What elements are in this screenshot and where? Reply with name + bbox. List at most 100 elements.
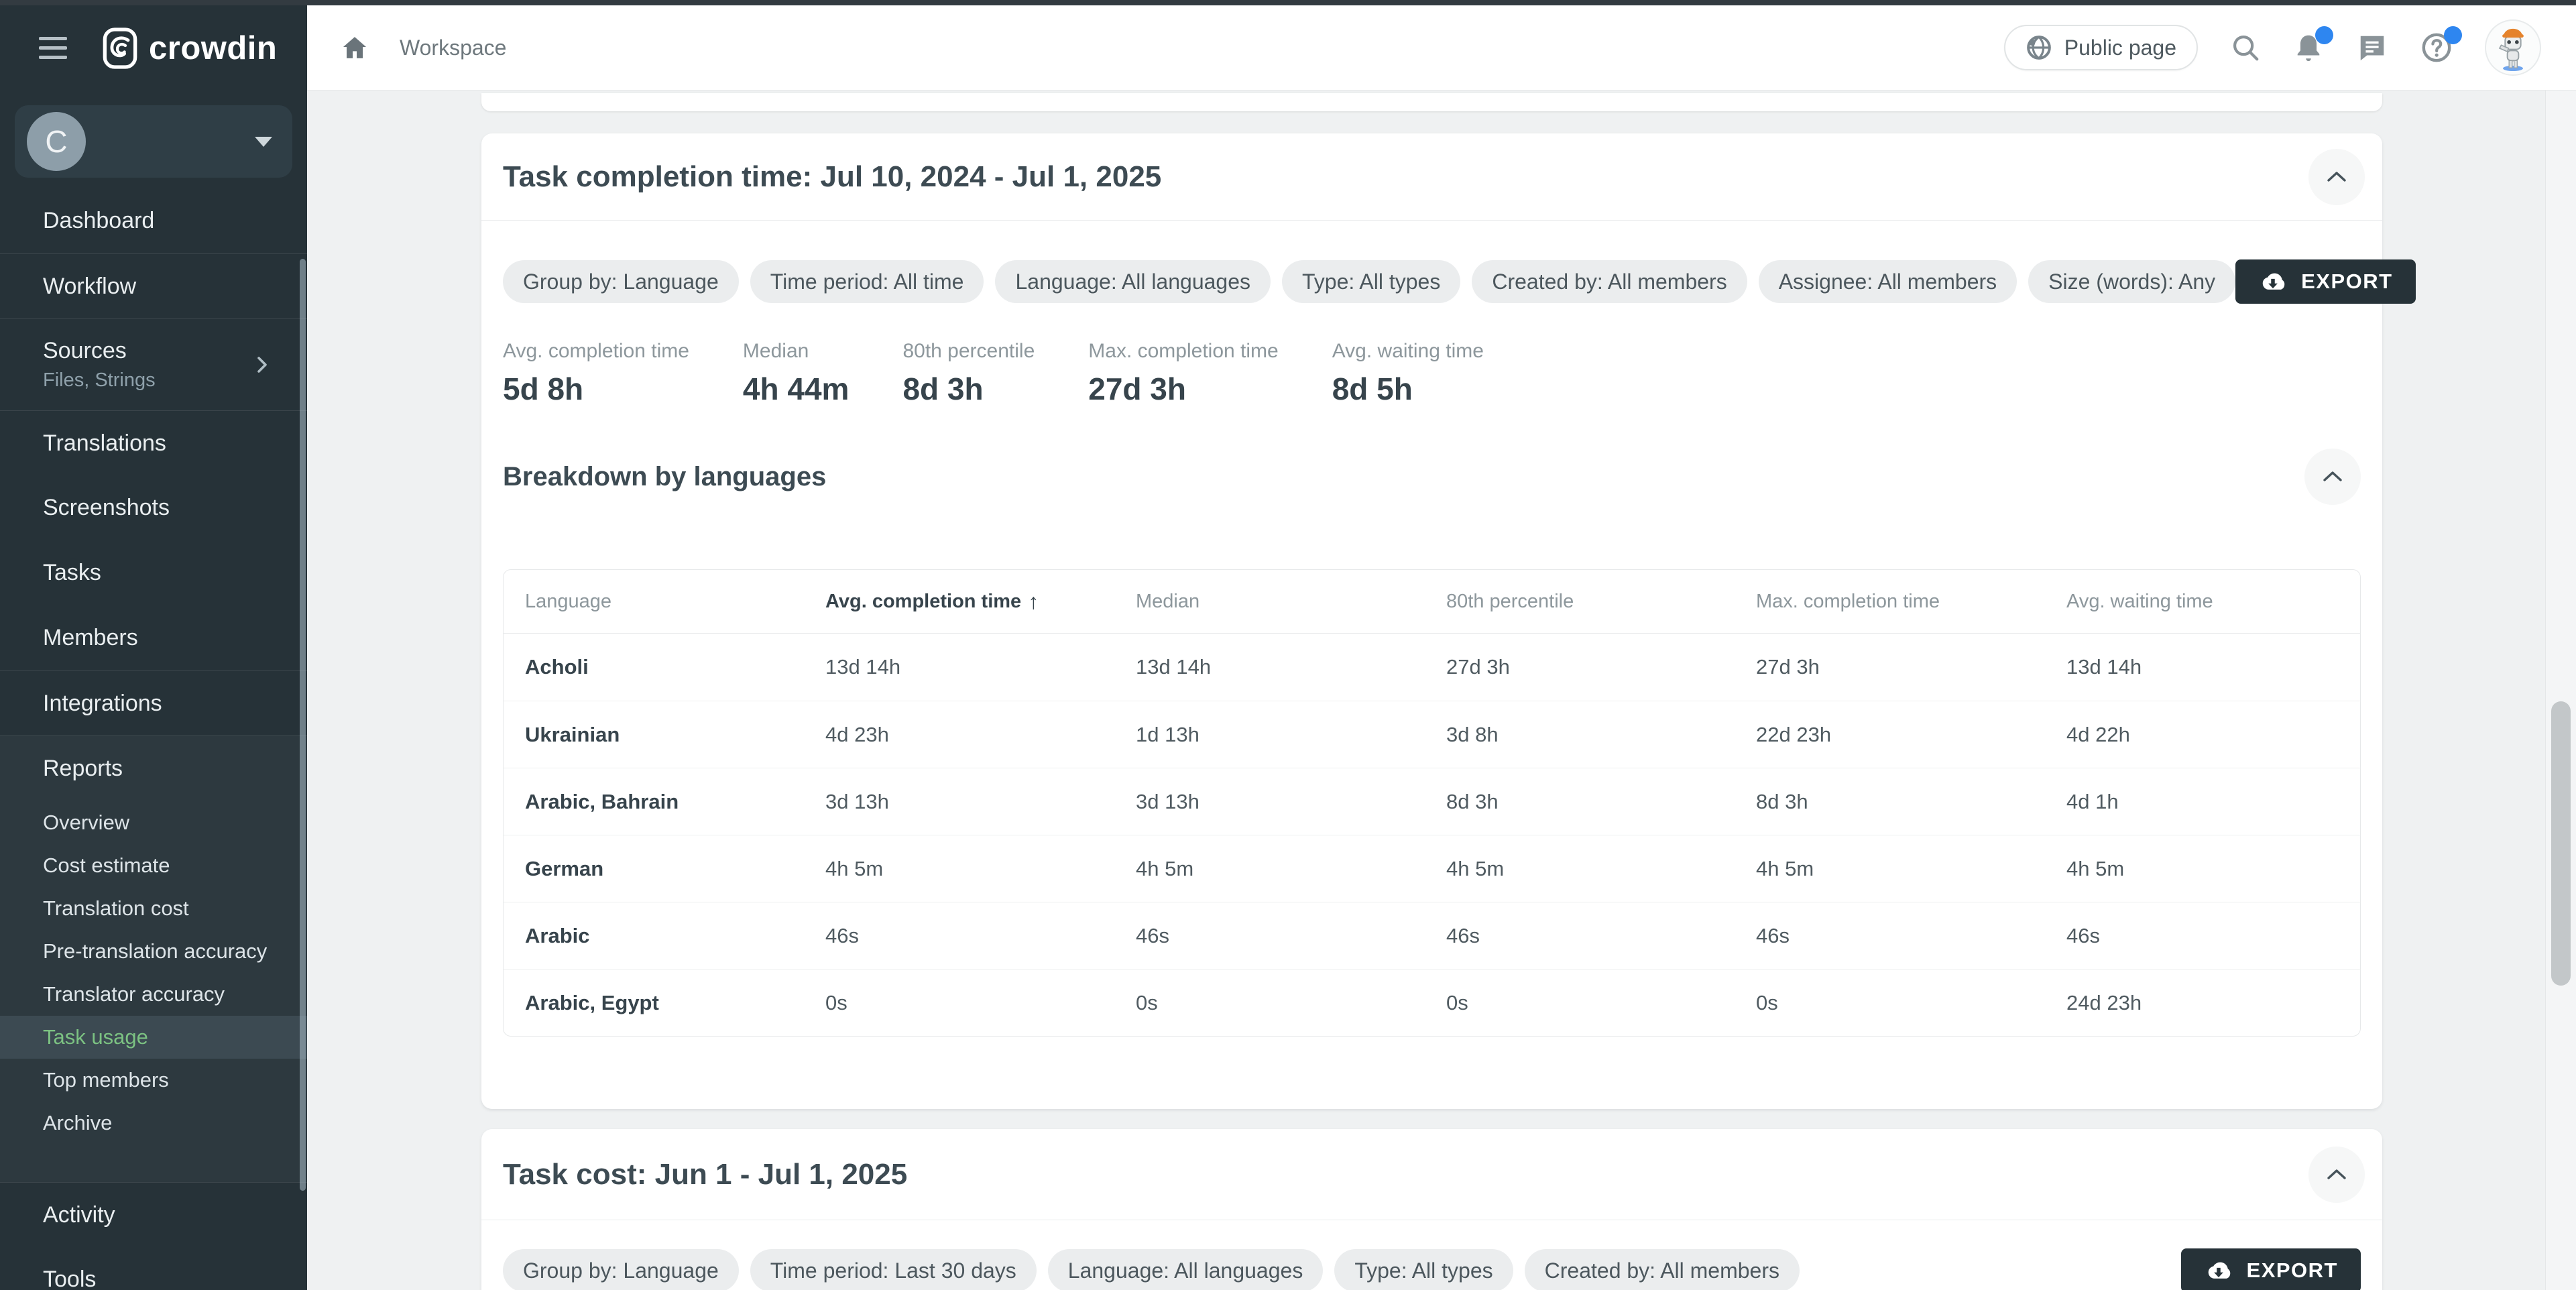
export-button-label: EXPORT: [2247, 1258, 2338, 1283]
sidebar-subitem-task-usage[interactable]: Task usage: [0, 1016, 307, 1059]
value-cell: 4h 5m: [2066, 857, 2360, 881]
sidebar-subitem-top-members[interactable]: Top members: [0, 1059, 307, 1102]
sidebar-item-label: Tools: [43, 1267, 96, 1290]
task-cost-card-title: Task cost: Jun 1 - Jul 1, 2025: [503, 1158, 907, 1191]
column-header-language[interactable]: Language: [525, 591, 825, 613]
task-completion-card-title: Task completion time: Jul 10, 2024 - Jul…: [503, 160, 1161, 194]
column-header-median[interactable]: Median: [1136, 591, 1446, 613]
value-cell: 27d 3h: [1446, 655, 1756, 679]
messages-icon[interactable]: [2356, 32, 2388, 63]
crowdin-logo-text: crowdin: [149, 30, 277, 67]
filter-chips: Group by: Language Time period: Last 30 d…: [503, 1249, 1800, 1290]
sidebar-subitem-translator-accuracy[interactable]: Translator accuracy: [0, 973, 307, 1016]
sidebar-item-translations[interactable]: Translations: [0, 410, 307, 475]
sidebar-subitem-pre-translation-accuracy[interactable]: Pre-translation accuracy: [0, 930, 307, 973]
sidebar-scrollbar-thumb[interactable]: [300, 259, 306, 1191]
sidebar-subitem-overview[interactable]: Overview: [0, 801, 307, 844]
crowdin-logo[interactable]: crowdin: [102, 27, 277, 70]
public-page-button[interactable]: Public page: [2004, 25, 2198, 70]
sidebar-item-sources[interactable]: SourcesFiles, Strings: [0, 318, 307, 410]
breadcrumb[interactable]: Workspace: [400, 36, 506, 60]
filter-chip-size-words[interactable]: Size (words): Any: [2028, 260, 2235, 303]
sidebar-item-members[interactable]: Members: [0, 605, 307, 670]
home-icon[interactable]: [341, 34, 369, 61]
filter-chip-time-period[interactable]: Time period: Last 30 days: [750, 1249, 1037, 1290]
collapse-card-button[interactable]: [2308, 149, 2365, 205]
sidebar-item-screenshots[interactable]: Screenshots: [0, 475, 307, 540]
collapse-card-button[interactable]: [2308, 1147, 2365, 1203]
sidebar-item-tasks[interactable]: Tasks: [0, 540, 307, 605]
filter-chip-created-by[interactable]: Created by: All members: [1472, 260, 1747, 303]
sidebar-item-reports[interactable]: Reports: [0, 736, 307, 801]
chevron-right-icon: [255, 354, 270, 375]
value-cell: 0s: [1446, 991, 1756, 1015]
cloud-download-icon: [2204, 1259, 2233, 1282]
collapse-breakdown-button[interactable]: [2304, 449, 2361, 505]
user-avatar[interactable]: [2485, 19, 2541, 76]
sidebar-item-workflow[interactable]: Workflow: [0, 253, 307, 318]
filter-chip-group-by[interactable]: Group by: Language: [503, 1249, 739, 1290]
stat-avg-waiting-time: Avg. waiting time8d 5h: [1332, 340, 1484, 407]
sidebar-subitem-label: Cost estimate: [43, 854, 170, 878]
value-cell: 13d 14h: [825, 655, 1136, 679]
sort-ascending-icon: ↑: [1028, 589, 1039, 614]
column-header-max-completion-time[interactable]: Max. completion time: [1756, 591, 2066, 613]
sidebar-subitem-label: Translator accuracy: [43, 982, 225, 1006]
sidebar-subitem-translation-cost[interactable]: Translation cost: [0, 887, 307, 930]
sidebar-subitem-cost-estimate[interactable]: Cost estimate: [0, 844, 307, 887]
sidebar-item-label: Integrations: [43, 691, 162, 717]
sidebar-item-integrations[interactable]: Integrations: [0, 670, 307, 736]
filter-chip-type[interactable]: Type: All types: [1334, 1249, 1513, 1290]
page-scrollbar-track[interactable]: [2545, 91, 2576, 1290]
filter-chip-language[interactable]: Language: All languages: [1048, 1249, 1324, 1290]
task-completion-time-card: Task completion time: Jul 10, 2024 - Jul…: [481, 133, 2382, 1109]
stat-value: 5d 8h: [503, 371, 689, 407]
value-cell: 4h 5m: [1756, 857, 2066, 881]
sidebar-item-label: Members: [43, 625, 138, 651]
sidebar-item-label: Workflow: [43, 274, 136, 300]
value-cell: 4h 5m: [1446, 857, 1756, 881]
sidebar-item-label: Screenshots: [43, 495, 170, 521]
table-row: Arabic, Bahrain3d 13h3d 13h8d 3h8d 3h4d …: [504, 768, 2360, 835]
sidebar-item-tools[interactable]: Tools: [0, 1247, 307, 1290]
table-row: Arabic, Egypt0s0s0s0s24d 23h: [504, 969, 2360, 1036]
notifications-bell-icon[interactable]: [2293, 32, 2324, 64]
value-cell: 24d 23h: [2066, 991, 2360, 1015]
value-cell: 8d 3h: [1446, 790, 1756, 814]
stat-80th-percentile: 80th percentile8d 3h: [902, 340, 1035, 407]
column-header-80th-percentile[interactable]: 80th percentile: [1446, 591, 1756, 613]
chevron-up-icon: [2326, 1168, 2347, 1181]
sidebar-item-dashboard[interactable]: Dashboard: [0, 188, 307, 253]
stat-label: Avg. waiting time: [1332, 340, 1484, 363]
hamburger-menu-icon[interactable]: [39, 37, 67, 59]
filter-chip-language[interactable]: Language: All languages: [995, 260, 1271, 303]
sidebar-subitem-label: Top members: [43, 1068, 169, 1092]
sidebar-item-label: Translations: [43, 430, 166, 457]
table-header-row: LanguageAvg. completion time↑Median80th …: [504, 570, 2360, 634]
sidebar-header: crowdin: [0, 5, 307, 91]
sidebar-item-label: Activity: [43, 1202, 115, 1228]
column-header-avg-completion-time[interactable]: Avg. completion time↑: [825, 589, 1136, 614]
page-scrollbar-thumb[interactable]: [2551, 701, 2571, 986]
value-cell: 0s: [1136, 991, 1446, 1015]
help-icon[interactable]: [2420, 32, 2453, 64]
stat-median: Median4h 44m: [743, 340, 850, 407]
sidebar-subitem-label: Overview: [43, 811, 129, 835]
filter-chip-group-by[interactable]: Group by: Language: [503, 260, 739, 303]
filter-chip-type[interactable]: Type: All types: [1282, 260, 1460, 303]
column-header-avg-waiting-time[interactable]: Avg. waiting time: [2066, 591, 2360, 613]
sidebar-subitem-label: Translation cost: [43, 896, 189, 921]
sidebar-subitem-archive[interactable]: Archive: [0, 1102, 307, 1145]
export-button[interactable]: EXPORT: [2181, 1248, 2361, 1290]
filter-chip-time-period[interactable]: Time period: All time: [750, 260, 984, 303]
export-button[interactable]: EXPORT: [2235, 259, 2415, 304]
sidebar-subitem-label: Task usage: [43, 1025, 148, 1049]
cloud-download-icon: [2258, 270, 2288, 293]
filter-chip-assignee[interactable]: Assignee: All members: [1759, 260, 2017, 303]
stat-label: Median: [743, 340, 850, 363]
notifications-badge: [2315, 26, 2333, 44]
sidebar-item-activity[interactable]: Activity: [0, 1182, 307, 1247]
search-icon[interactable]: [2230, 32, 2261, 63]
project-selector[interactable]: C: [15, 105, 292, 178]
filter-chip-created-by[interactable]: Created by: All members: [1525, 1249, 1800, 1290]
